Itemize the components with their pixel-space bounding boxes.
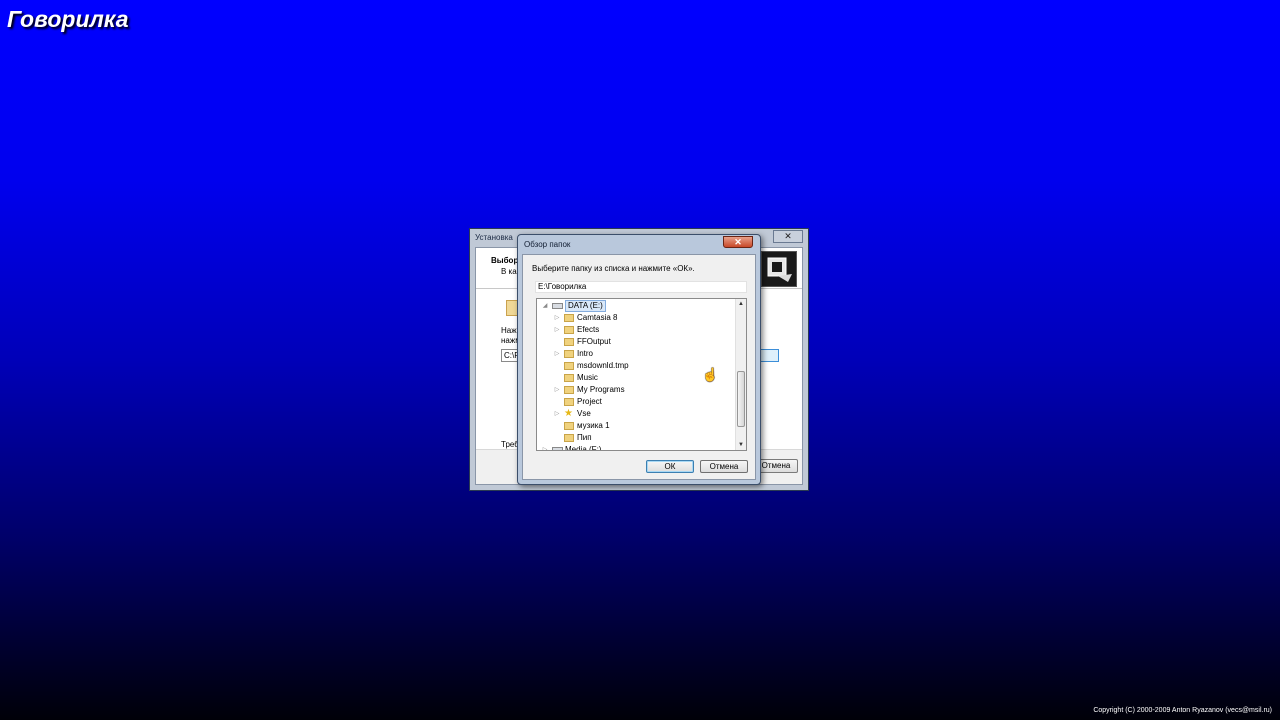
folder-icon [564, 350, 574, 358]
ok-button[interactable]: ОК [646, 460, 694, 473]
tree-item[interactable]: Project [537, 396, 733, 408]
hand-cursor-icon: ☝ [702, 367, 719, 382]
tree-item[interactable]: Пип [537, 432, 733, 444]
tree-item-label: Camtasia 8 [577, 313, 618, 322]
browse-folder-dialog: Обзор папок ✕ Выберите папку из списка и… [517, 234, 761, 485]
scroll-down-arrow-icon[interactable]: ▼ [736, 440, 746, 450]
tree-item[interactable]: ▷ ★ Vse [537, 408, 733, 420]
tree-item[interactable]: музика 1 [537, 420, 733, 432]
tree-item[interactable]: ▷ Efects [537, 324, 733, 336]
dialog-title: Обзор папок [524, 240, 571, 249]
scroll-up-arrow-icon[interactable]: ▲ [736, 299, 746, 309]
folder-icon [564, 434, 574, 442]
tree-item[interactable]: ◢ DATA (E:) [537, 300, 733, 312]
drive-icon [552, 303, 563, 309]
tree-item[interactable]: ▷ Camtasia 8 [537, 312, 733, 324]
folder-icon [564, 374, 574, 382]
expander-arrow-icon[interactable]: ◢ [541, 300, 549, 312]
folder-icon [564, 338, 574, 346]
cancel-button[interactable]: Отмена [700, 460, 748, 473]
tree-item-label: Project [577, 397, 602, 406]
dialog-close-button[interactable]: ✕ [723, 236, 753, 248]
scroll-thumb[interactable] [737, 371, 745, 427]
selected-path-field[interactable]: E:\Говорилка [535, 281, 747, 293]
setup-close-button[interactable]: ✕ [773, 230, 803, 243]
setup-window-title: Установка [475, 233, 513, 242]
tree-item-label: Vse [577, 409, 591, 418]
folder-icon [564, 362, 574, 370]
tree-item-label: Intro [577, 349, 594, 358]
drive-icon [552, 447, 563, 450]
tree-item-label: музика 1 [577, 421, 610, 430]
folder-icon [564, 314, 574, 322]
app-brand-title: Говорилка [7, 6, 129, 32]
tree-item-label: Efects [577, 325, 600, 334]
expander-arrow-icon[interactable]: ▷ [541, 444, 549, 450]
folder-icon [564, 398, 574, 406]
dialog-instruction: Выберите папку из списка и нажмите «ОК». [532, 264, 695, 273]
tree-item-label: msdownld.tmp [577, 361, 629, 370]
dialog-client-area: Выберите папку из списка и нажмите «ОК».… [522, 254, 756, 480]
tree-scrollbar[interactable]: ▲ ▼ [735, 299, 746, 450]
setup-browse-button[interactable] [759, 349, 779, 362]
tree-item[interactable]: ▷ Intro [537, 348, 733, 360]
favorite-folder-icon: ★ [564, 408, 573, 419]
installer-logo-icon [761, 251, 797, 287]
expander-arrow-icon[interactable]: ▷ [553, 408, 561, 420]
folder-icon [564, 386, 574, 394]
folder-icon [564, 326, 574, 334]
expander-arrow-icon[interactable]: ▷ [553, 384, 561, 396]
copyright-text: Copyright (C) 2000-2009 Anton Ryazanov (… [1093, 707, 1272, 714]
expander-arrow-icon[interactable]: ▷ [553, 324, 561, 336]
tree-item-label: DATA (E:) [565, 300, 606, 312]
setup-header-title: Выбор [491, 256, 519, 265]
tree-item[interactable]: ▷ My Programs [537, 384, 733, 396]
expander-arrow-icon[interactable]: ▷ [553, 348, 561, 360]
tree-item-label: Music [577, 373, 598, 382]
folder-icon [564, 422, 574, 430]
tree-item-label: FFOutput [577, 337, 611, 346]
tree-item[interactable]: ▷ Media (F:) [537, 444, 733, 451]
tree-item-label: Пип [577, 433, 592, 442]
expander-arrow-icon[interactable]: ▷ [553, 312, 561, 324]
tree-item-label: Media (F:) [565, 445, 602, 451]
tree-item[interactable]: FFOutput [537, 336, 733, 348]
setup-header-subtitle: В ка [501, 267, 517, 276]
tree-item-label: My Programs [577, 385, 625, 394]
